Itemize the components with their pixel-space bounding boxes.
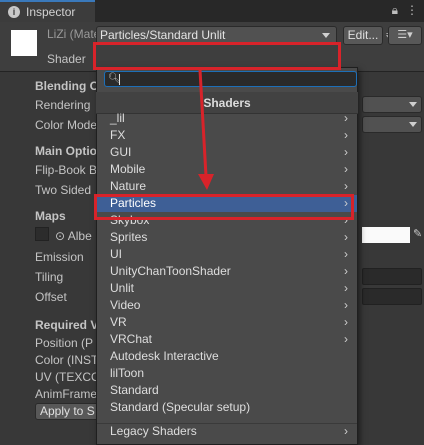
- annotation-arrow: [198, 69, 214, 190]
